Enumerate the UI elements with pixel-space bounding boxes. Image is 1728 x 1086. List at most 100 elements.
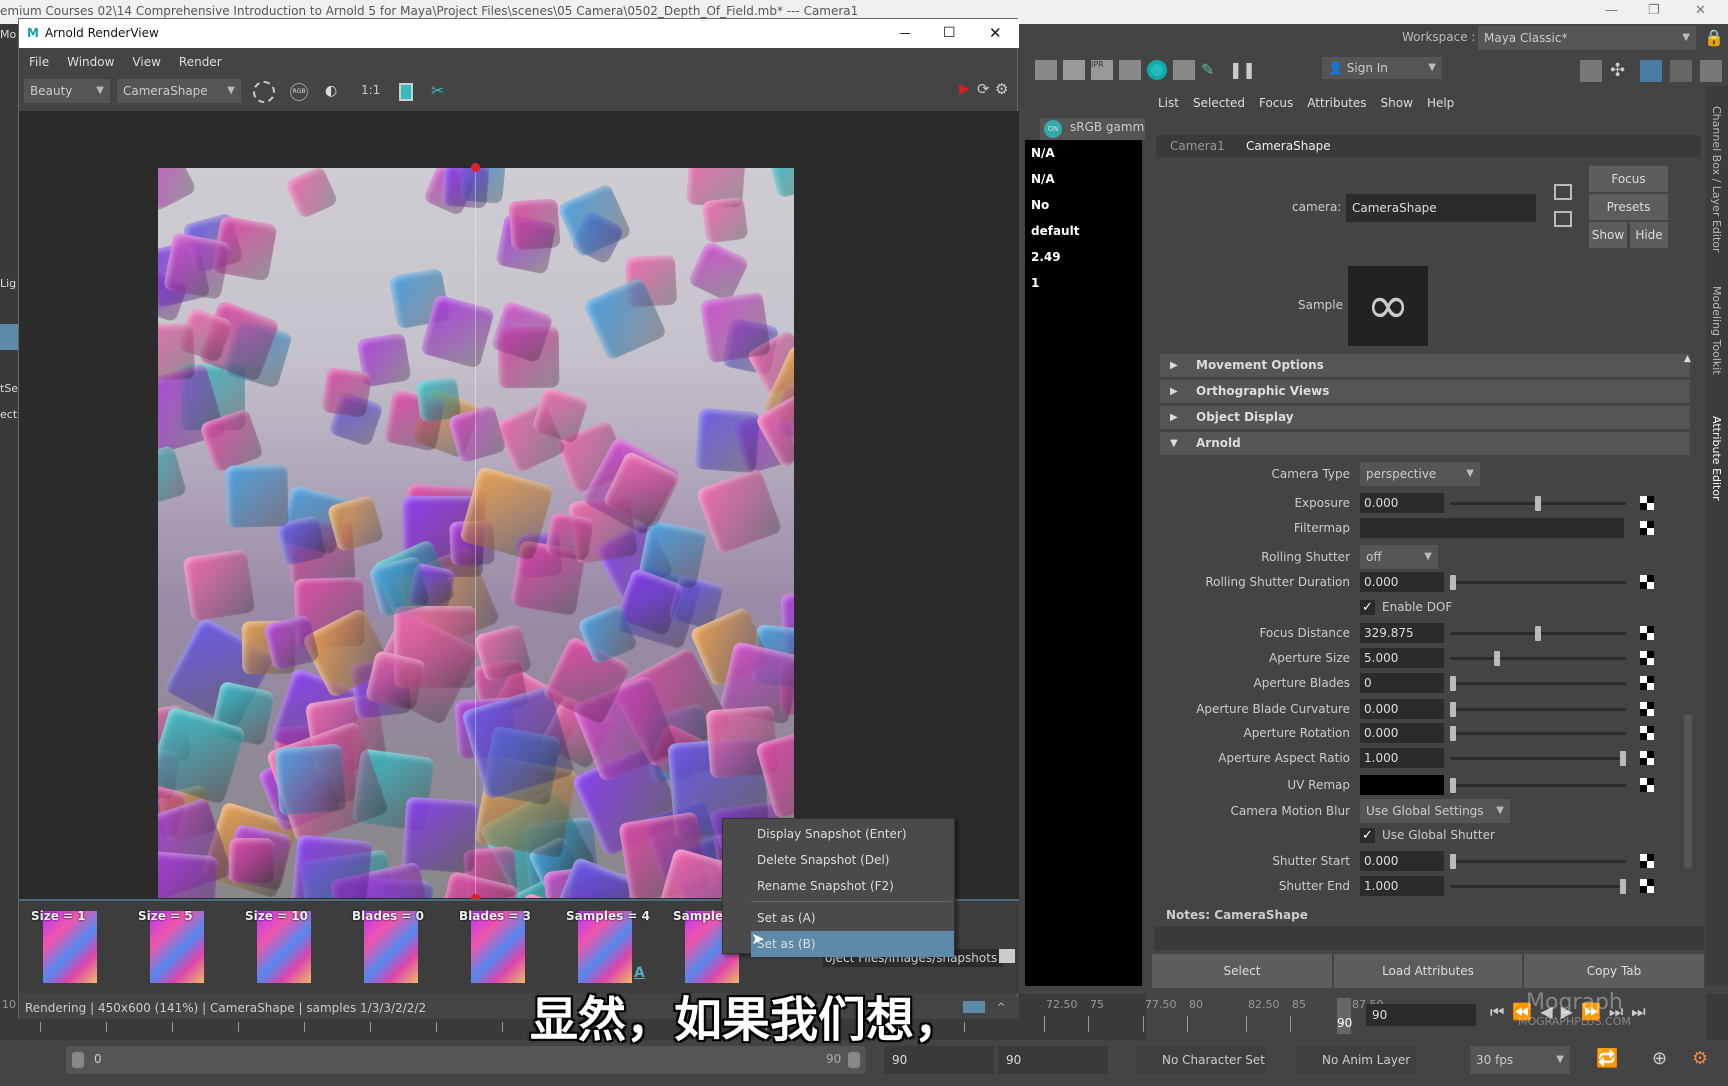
- go-to-start-icon[interactable]: ⏮: [1490, 1002, 1504, 1022]
- load-output-icon[interactable]: [1554, 211, 1572, 227]
- minimize-icon[interactable]: —: [1605, 0, 1618, 22]
- maximize-icon[interactable]: ☐: [943, 19, 956, 48]
- slider-handle[interactable]: [1450, 725, 1456, 741]
- attr-value-field[interactable]: 0.000: [1360, 722, 1444, 743]
- attr-value-field[interactable]: 1.000: [1360, 748, 1444, 769]
- render-viewport[interactable]: [19, 111, 1019, 903]
- menu-render[interactable]: Render: [179, 51, 222, 73]
- checker-map-icon[interactable]: [1640, 853, 1654, 868]
- snapshot-item[interactable]: Size = 5: [132, 907, 232, 987]
- range-end-handle[interactable]: [848, 1052, 860, 1068]
- attr-value-field[interactable]: 5.000: [1360, 647, 1444, 668]
- attr-value-field[interactable]: 0.000: [1360, 850, 1444, 871]
- load-attributes-button[interactable]: Load Attributes: [1334, 954, 1522, 988]
- snapshot-item[interactable]: Size = 10: [239, 907, 339, 987]
- slider-handle[interactable]: [1620, 751, 1626, 767]
- attr-dropdown[interactable]: Use Global Settings ▼: [1360, 799, 1510, 824]
- checkbox[interactable]: ✓: [1360, 828, 1375, 844]
- slider-handle[interactable]: [1535, 495, 1541, 511]
- attr-value-field[interactable]: 0: [1360, 673, 1444, 694]
- restore-icon[interactable]: ❐: [1648, 0, 1660, 22]
- slider-handle[interactable]: [1450, 574, 1456, 590]
- tab-camerashape[interactable]: CameraShape: [1246, 139, 1331, 153]
- attr-dropdown[interactable]: off ▼: [1360, 544, 1438, 569]
- slider-handle[interactable]: [1620, 879, 1626, 894]
- render-icon[interactable]: [1063, 60, 1085, 80]
- snapshot-item[interactable]: Size = 1: [25, 907, 125, 987]
- checker-map-icon[interactable]: [1640, 725, 1654, 740]
- range-start-handle[interactable]: [72, 1052, 84, 1068]
- tool-settings-icon[interactable]: [1670, 60, 1692, 82]
- selected-item[interactable]: [0, 324, 18, 350]
- menu-item-rename-snapshot[interactable]: Rename Snapshot (F2): [723, 873, 954, 899]
- preferences-icon[interactable]: ⚙: [1692, 1048, 1708, 1069]
- section-orthographic-views[interactable]: ▶ Orthographic Views: [1160, 380, 1690, 403]
- rgb-channel-icon[interactable]: RGB: [290, 83, 308, 101]
- attr-dropdown[interactable]: perspective ▼: [1360, 461, 1480, 486]
- render-settings-icon[interactable]: [1119, 60, 1141, 80]
- ipr-icon[interactable]: IPR: [1091, 60, 1113, 80]
- focus-button[interactable]: Focus: [1589, 166, 1668, 192]
- sign-in-button[interactable]: 👤 Sign In ▼: [1322, 57, 1442, 79]
- ab-compare-divider[interactable]: [475, 168, 476, 898]
- exposure-icon[interactable]: ◐: [325, 83, 337, 99]
- crop-region-icon[interactable]: ✂: [431, 81, 444, 100]
- section-object-display[interactable]: ▶ Object Display: [1160, 406, 1690, 429]
- refresh-icon[interactable]: ⟳: [977, 80, 990, 98]
- map-field[interactable]: [1360, 517, 1624, 538]
- checker-map-icon[interactable]: [1640, 625, 1654, 640]
- select-button[interactable]: Select: [1152, 954, 1332, 988]
- frame-icon[interactable]: [399, 83, 413, 101]
- playback-end-field[interactable]: 90: [998, 1046, 1108, 1074]
- modeling-toolkit-icon[interactable]: [1580, 60, 1602, 82]
- slider-handle[interactable]: [1450, 701, 1456, 717]
- lock-icon[interactable]: 🔒: [1704, 28, 1724, 47]
- fps-dropdown[interactable]: 30 fps ▼: [1470, 1046, 1570, 1074]
- checker-map-icon[interactable]: [1640, 879, 1654, 893]
- slider-handle[interactable]: [1450, 853, 1456, 869]
- current-frame-marker[interactable]: 90: [1337, 998, 1352, 1034]
- presets-button[interactable]: Presets: [1589, 194, 1668, 220]
- batch-render-icon[interactable]: [1173, 60, 1195, 80]
- render-play-icon[interactable]: ▶: [959, 81, 970, 97]
- checker-map-icon[interactable]: [1640, 520, 1654, 535]
- attr-slider[interactable]: [1450, 701, 1626, 717]
- tab-channel-box[interactable]: Channel Box / Layer Editor: [1710, 106, 1723, 253]
- menu-focus[interactable]: Focus: [1259, 96, 1293, 110]
- menu-attributes[interactable]: Attributes: [1307, 96, 1366, 110]
- scroll-thumb[interactable]: [1684, 714, 1692, 869]
- checker-map-icon[interactable]: [1640, 495, 1654, 510]
- attr-slider[interactable]: [1450, 676, 1626, 692]
- attr-slider[interactable]: [1450, 625, 1626, 641]
- channel-box-icon[interactable]: [1700, 60, 1722, 82]
- render-view-icon[interactable]: [1035, 60, 1057, 80]
- checker-map-icon[interactable]: [1640, 777, 1654, 792]
- range-slider[interactable]: 0 90: [66, 1046, 866, 1074]
- camera-dropdown[interactable]: CameraShape ▼: [117, 79, 241, 103]
- human-ik-icon[interactable]: ✣: [1610, 60, 1632, 82]
- attr-slider[interactable]: [1450, 879, 1626, 894]
- close-icon[interactable]: ✕: [989, 19, 1002, 48]
- attr-slider[interactable]: [1450, 853, 1626, 869]
- slider-handle[interactable]: [1494, 650, 1501, 666]
- camera-name-field[interactable]: CameraShape: [1346, 194, 1536, 222]
- notes-field[interactable]: [1154, 926, 1704, 950]
- slider-handle[interactable]: [1450, 777, 1456, 793]
- attr-value-field[interactable]: 1.000: [1360, 876, 1444, 896]
- go-to-end-icon[interactable]: ⏭: [1631, 1002, 1645, 1022]
- checker-map-icon[interactable]: [1640, 701, 1654, 716]
- slider-handle[interactable]: [1450, 676, 1456, 692]
- menu-show[interactable]: Show: [1381, 96, 1413, 110]
- render-region-icon[interactable]: [253, 81, 275, 103]
- attr-value-field[interactable]: 329.875: [1360, 622, 1444, 643]
- attr-value-field[interactable]: 0.000: [1360, 492, 1444, 513]
- menu-item-set-as-b[interactable]: Set as (B): [751, 931, 954, 957]
- hide-button[interactable]: Hide: [1630, 222, 1668, 248]
- log-icon[interactable]: [963, 1001, 985, 1013]
- render-brush-icon[interactable]: ✎: [1201, 60, 1223, 80]
- section-movement-options[interactable]: ▶ Movement Options: [1160, 354, 1690, 377]
- menu-item-display-snapshot[interactable]: Display Snapshot (Enter): [723, 821, 954, 847]
- menu-help[interactable]: Help: [1427, 96, 1454, 110]
- folder-icon[interactable]: [999, 949, 1015, 963]
- attr-slider[interactable]: [1450, 495, 1626, 511]
